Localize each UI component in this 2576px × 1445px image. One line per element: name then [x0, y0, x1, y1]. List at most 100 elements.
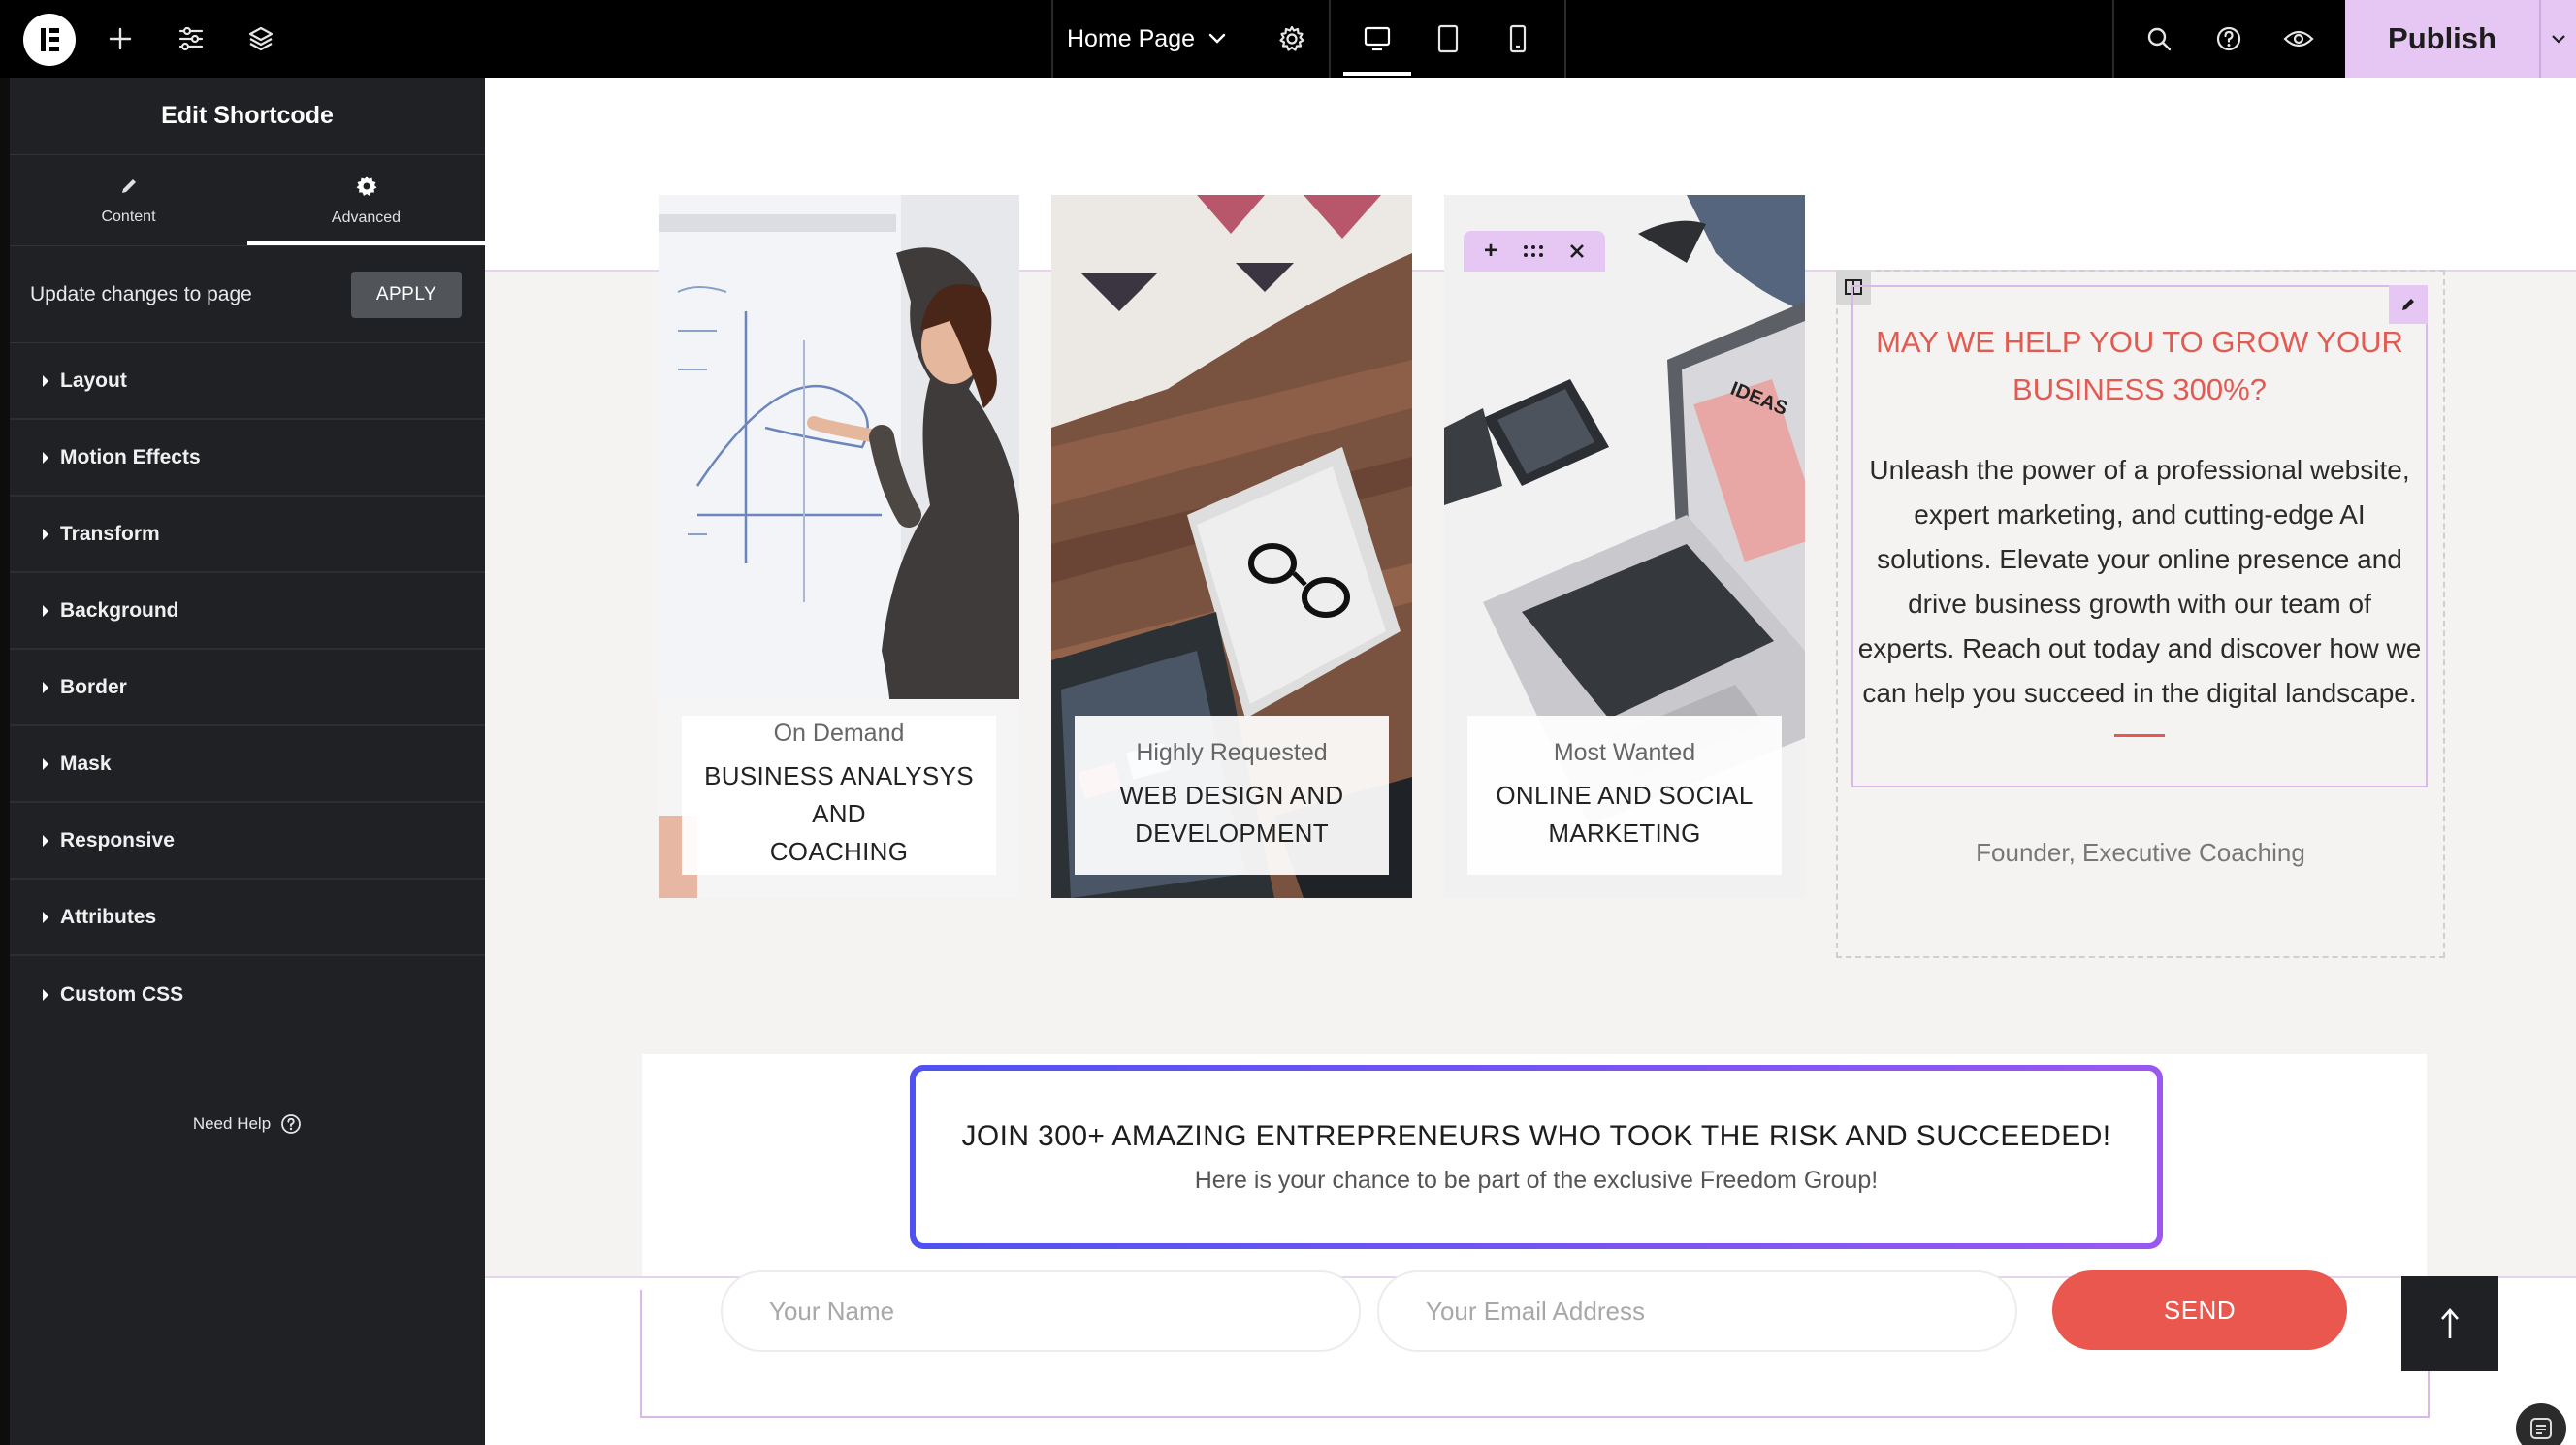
card-subtitle: On Demand: [773, 720, 905, 747]
topbar-divider: [1329, 0, 1331, 78]
accent-divider: [2114, 734, 2165, 737]
testimonial-role: Founder, Executive Coaching: [1976, 838, 2305, 867]
cta-banner-inner: JOIN 300+ AMAZING ENTREPRENEURS WHO TOOK…: [916, 1071, 2157, 1243]
topbar-divider: [2112, 0, 2114, 78]
section-mask[interactable]: Mask: [10, 726, 485, 803]
tablet-view-icon[interactable]: [1429, 0, 1467, 78]
panel-tabs: Content Advanced: [10, 155, 485, 246]
send-button[interactable]: SEND: [2052, 1270, 2347, 1350]
section-transform[interactable]: Transform: [10, 497, 485, 573]
tab-advanced-label: Advanced: [331, 209, 402, 226]
help-heading-line2: BUSINESS 300%?: [2012, 372, 2267, 406]
help-body: Unleash the power of a professional webs…: [1853, 448, 2426, 716]
widget-toolbar: +: [1464, 231, 1605, 272]
mobile-view-icon[interactable]: [1498, 0, 1537, 78]
caret-right-icon: [43, 681, 48, 693]
active-device-indicator: [1343, 72, 1411, 76]
help-heading: MAY WE HELP YOU TO GROW YOUR BUSINESS 30…: [1853, 318, 2426, 413]
desktop-view-icon[interactable]: [1358, 0, 1397, 78]
editor-panel: Edit Shortcode Content Advanced Update c…: [0, 78, 485, 1445]
section-label: Transform: [60, 522, 160, 545]
arrow-up-icon: [2441, 1308, 2459, 1338]
card-title-line1: WEB DESIGN AND: [1119, 780, 1344, 810]
section-layout[interactable]: Layout: [10, 343, 485, 420]
service-card-web-design[interactable]: Highly Requested WEB DESIGN AND DEVELOPM…: [1051, 195, 1412, 898]
name-input[interactable]: Your Name: [721, 1270, 1361, 1352]
email-input[interactable]: Your Email Address: [1377, 1270, 2017, 1352]
caret-right-icon: [43, 911, 48, 923]
section-label: Mask: [60, 752, 112, 775]
search-icon[interactable]: [2140, 0, 2178, 78]
scroll-to-top-button[interactable]: [2401, 1276, 2498, 1371]
card-caption: On Demand BUSINESS ANALYSYS AND COACHING: [682, 716, 996, 875]
elementor-logo-icon[interactable]: [23, 14, 76, 66]
publish-options-chevron-icon[interactable]: [2539, 0, 2576, 78]
preview-eye-icon[interactable]: [2279, 0, 2318, 78]
section-label: Custom CSS: [60, 982, 184, 1006]
chevron-down-icon: [1208, 33, 1226, 44]
section-label: Layout: [60, 369, 127, 392]
caret-right-icon: [43, 834, 48, 847]
section-background[interactable]: Background: [10, 573, 485, 650]
caret-right-icon: [43, 528, 48, 540]
help-body-line: can help you succeed in the digital land…: [1862, 678, 2417, 708]
help-body-line: solutions. Elevate your online presence …: [1877, 544, 2402, 574]
add-element-icon[interactable]: [101, 0, 140, 78]
page-selector[interactable]: Home Page: [1067, 0, 1226, 78]
section-label: Border: [60, 675, 127, 698]
tab-content[interactable]: Content: [10, 155, 247, 245]
help-body-line: Unleash the power of a professional webs…: [1869, 455, 2410, 485]
update-changes-label: Update changes to page: [30, 282, 252, 305]
tab-advanced[interactable]: Advanced: [247, 155, 485, 245]
section-custom-css[interactable]: Custom CSS: [10, 956, 485, 1033]
tab-content-label: Content: [101, 208, 156, 225]
need-help-link[interactable]: Need Help: [10, 1113, 485, 1135]
publish-button[interactable]: Publish: [2345, 0, 2539, 78]
page-settings-gear-icon[interactable]: [1272, 0, 1311, 78]
card-title-line1: BUSINESS ANALYSYS AND: [704, 761, 974, 828]
caret-right-icon: [43, 604, 48, 617]
card-title-line1: ONLINE AND SOCIAL: [1496, 780, 1754, 810]
topbar-divider: [1051, 0, 1053, 78]
gear-icon: [356, 176, 376, 196]
section-responsive[interactable]: Responsive: [10, 803, 485, 880]
cta-heading: JOIN 300+ AMAZING ENTREPRENEURS WHO TOOK…: [961, 1119, 2111, 1152]
section-border[interactable]: Border: [10, 650, 485, 726]
card-title-line2: MARKETING: [1548, 818, 1701, 848]
card-caption: Most Wanted ONLINE AND SOCIAL MARKETING: [1467, 716, 1782, 875]
question-circle-icon: [281, 1114, 302, 1134]
panel-title: Edit Shortcode: [10, 78, 485, 155]
caret-right-icon: [43, 374, 48, 387]
help-body-line: expert marketing, and cutting-edge AI: [1914, 499, 2366, 530]
section-label: Responsive: [60, 828, 175, 851]
chat-widget-icon[interactable]: [2516, 1403, 2566, 1445]
caret-right-icon: [43, 988, 48, 1001]
site-settings-icon[interactable]: [172, 0, 210, 78]
section-motion-effects[interactable]: Motion Effects: [10, 420, 485, 497]
card-subtitle: Highly Requested: [1136, 738, 1328, 766]
cta-subheading: Here is your chance to be part of the ex…: [1194, 1166, 1879, 1194]
section-label: Background: [60, 598, 179, 622]
section-label: Motion Effects: [60, 445, 201, 468]
section-attributes[interactable]: Attributes: [10, 880, 485, 956]
need-help-label: Need Help: [192, 1114, 272, 1133]
close-icon[interactable]: [1569, 243, 1585, 259]
page-name: Home Page: [1067, 24, 1196, 52]
caret-right-icon: [43, 451, 48, 464]
card-title-line2: COACHING: [769, 837, 909, 866]
apply-button[interactable]: APPLY: [351, 271, 462, 318]
preview-canvas: On Demand BUSINESS ANALYSYS AND COACHING: [485, 78, 2576, 1445]
cta-banner: JOIN 300+ AMAZING ENTREPRENEURS WHO TOOK…: [910, 1065, 2163, 1249]
help-body-line: drive business growth with our team of: [1908, 589, 2371, 619]
drag-handle-icon[interactable]: [1523, 244, 1544, 258]
top-bar: Home Page Publish: [0, 0, 2576, 78]
help-body-line: experts. Reach out today and discover ho…: [1857, 633, 2422, 663]
help-icon[interactable]: [2209, 0, 2248, 78]
service-card-business[interactable]: On Demand BUSINESS ANALYSYS AND COACHING: [659, 195, 1019, 898]
elementor-editor: Home Page Publish Edit Shortcode Content…: [0, 0, 2576, 1445]
layers-icon[interactable]: [242, 0, 280, 78]
topbar-divider: [1564, 0, 1566, 78]
add-widget-icon[interactable]: +: [1484, 238, 1497, 265]
card-subtitle: Most Wanted: [1553, 738, 1696, 766]
service-card-marketing[interactable]: IDEAS Most Wanted ONLINE AND SOCIAL MARK…: [1444, 195, 1805, 898]
